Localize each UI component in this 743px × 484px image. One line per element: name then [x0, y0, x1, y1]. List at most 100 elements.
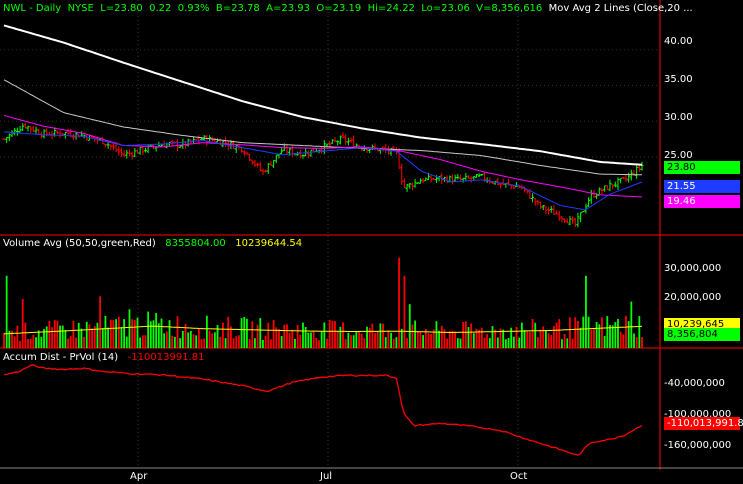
volume-bar — [302, 322, 304, 348]
volume-bar — [619, 331, 622, 348]
volume-bar — [427, 333, 430, 348]
volume-bar — [310, 332, 312, 348]
volume-bar — [251, 321, 254, 348]
volume-bar — [438, 330, 441, 348]
volume-bar — [617, 318, 619, 348]
volume-bar — [312, 331, 315, 348]
volume-axis-label: 20,000,000 — [664, 292, 722, 303]
volume-bar — [547, 333, 550, 348]
volume-bar — [45, 326, 48, 348]
volume-bar — [99, 296, 102, 348]
volume-bar — [440, 325, 443, 348]
volume-bar — [382, 323, 384, 348]
volume-bar — [101, 328, 104, 348]
volume-bar — [56, 320, 59, 348]
volume-bar — [366, 326, 368, 348]
volume-bar — [502, 329, 505, 348]
volume-bar — [355, 331, 358, 348]
volume-bar — [633, 333, 635, 348]
volume-bar — [451, 330, 454, 348]
volume-bar — [72, 320, 75, 348]
volume-bar — [392, 338, 395, 348]
volume-bar — [467, 327, 470, 348]
volume-bar — [192, 334, 195, 348]
volume-bar — [179, 338, 182, 348]
volume-bar — [416, 331, 419, 348]
volume-bar — [398, 257, 400, 348]
study-label: Mov Avg 2 Lines (Close,20 ... — [548, 3, 693, 14]
volume-bar — [16, 325, 19, 348]
volume-header: Volume Avg (50,50,green,Red) 8355804.00 … — [3, 238, 302, 249]
volume-bar — [224, 338, 227, 348]
ma-magenta-label: 19.46 — [664, 195, 740, 208]
volume-bar — [83, 336, 85, 348]
volume-bar — [609, 325, 611, 348]
volume-bar — [395, 337, 398, 348]
volume-bar — [384, 337, 387, 348]
volume-bar — [24, 322, 27, 348]
volume-bar — [318, 340, 320, 348]
volume-bar — [200, 339, 203, 348]
volume-bar — [593, 329, 595, 348]
x-axis-label-oct: Oct — [510, 471, 528, 482]
volume-bar — [107, 327, 110, 348]
volume-bar — [579, 327, 582, 348]
volume-bar — [240, 318, 243, 348]
volume-bar — [267, 322, 270, 348]
low: Lo=23.06 — [421, 3, 470, 14]
volume-bar — [117, 316, 120, 348]
volume-bar — [558, 319, 561, 348]
volume-bar — [462, 322, 465, 348]
volume-bar — [21, 299, 24, 348]
volume-bar — [19, 340, 21, 348]
volume-bar — [419, 332, 422, 348]
volume-bar — [342, 322, 344, 348]
volume-bar — [115, 319, 118, 348]
volume-bar — [109, 319, 112, 348]
volume-bar — [120, 327, 123, 348]
volume-bar — [155, 313, 158, 348]
volume-bar — [248, 339, 251, 348]
volume-bar — [40, 336, 43, 348]
volume-bar — [299, 334, 302, 348]
volume-bar — [408, 304, 411, 348]
volume-bar — [213, 332, 216, 348]
volume-bar — [379, 323, 382, 348]
volume-bar — [208, 330, 211, 348]
volume-bar — [48, 320, 51, 348]
price-axis-label: 25.00 — [664, 150, 693, 161]
volume-bar — [582, 316, 585, 348]
volume-bar — [139, 337, 142, 348]
volume-bar — [422, 335, 425, 348]
volume-bar — [112, 320, 115, 348]
volume-bar — [211, 333, 214, 348]
volume-bar — [590, 329, 593, 348]
volume-bar — [480, 327, 483, 348]
volume-bar — [483, 337, 486, 348]
volume-bar — [344, 339, 347, 348]
volume-bar — [272, 319, 275, 348]
volume-bar — [141, 335, 144, 348]
volume-bar — [80, 328, 83, 348]
volume-bar — [622, 334, 625, 348]
volume-bar — [85, 321, 88, 348]
volume-bar — [454, 331, 457, 348]
volume-bar — [61, 325, 64, 348]
volume-bar — [550, 335, 553, 348]
x-axis-label-apr: Apr — [130, 471, 148, 482]
volume-bar — [534, 322, 537, 348]
volume-bar — [69, 336, 72, 348]
accum-title: Accum Dist - PrVol (14) — [3, 352, 119, 363]
volume-bar — [331, 321, 334, 348]
volume-bar — [205, 315, 208, 348]
volume-bar — [51, 327, 53, 348]
volume-bar — [149, 321, 152, 348]
volume-bar — [128, 309, 131, 348]
volume-bar — [520, 322, 523, 348]
volume-bar — [376, 331, 379, 348]
volume-bar — [478, 329, 481, 348]
bid: B=23.78 — [215, 3, 260, 14]
volume-bar — [288, 332, 291, 348]
last-price: L=23.80 — [100, 3, 143, 14]
volume-bar — [27, 339, 29, 348]
